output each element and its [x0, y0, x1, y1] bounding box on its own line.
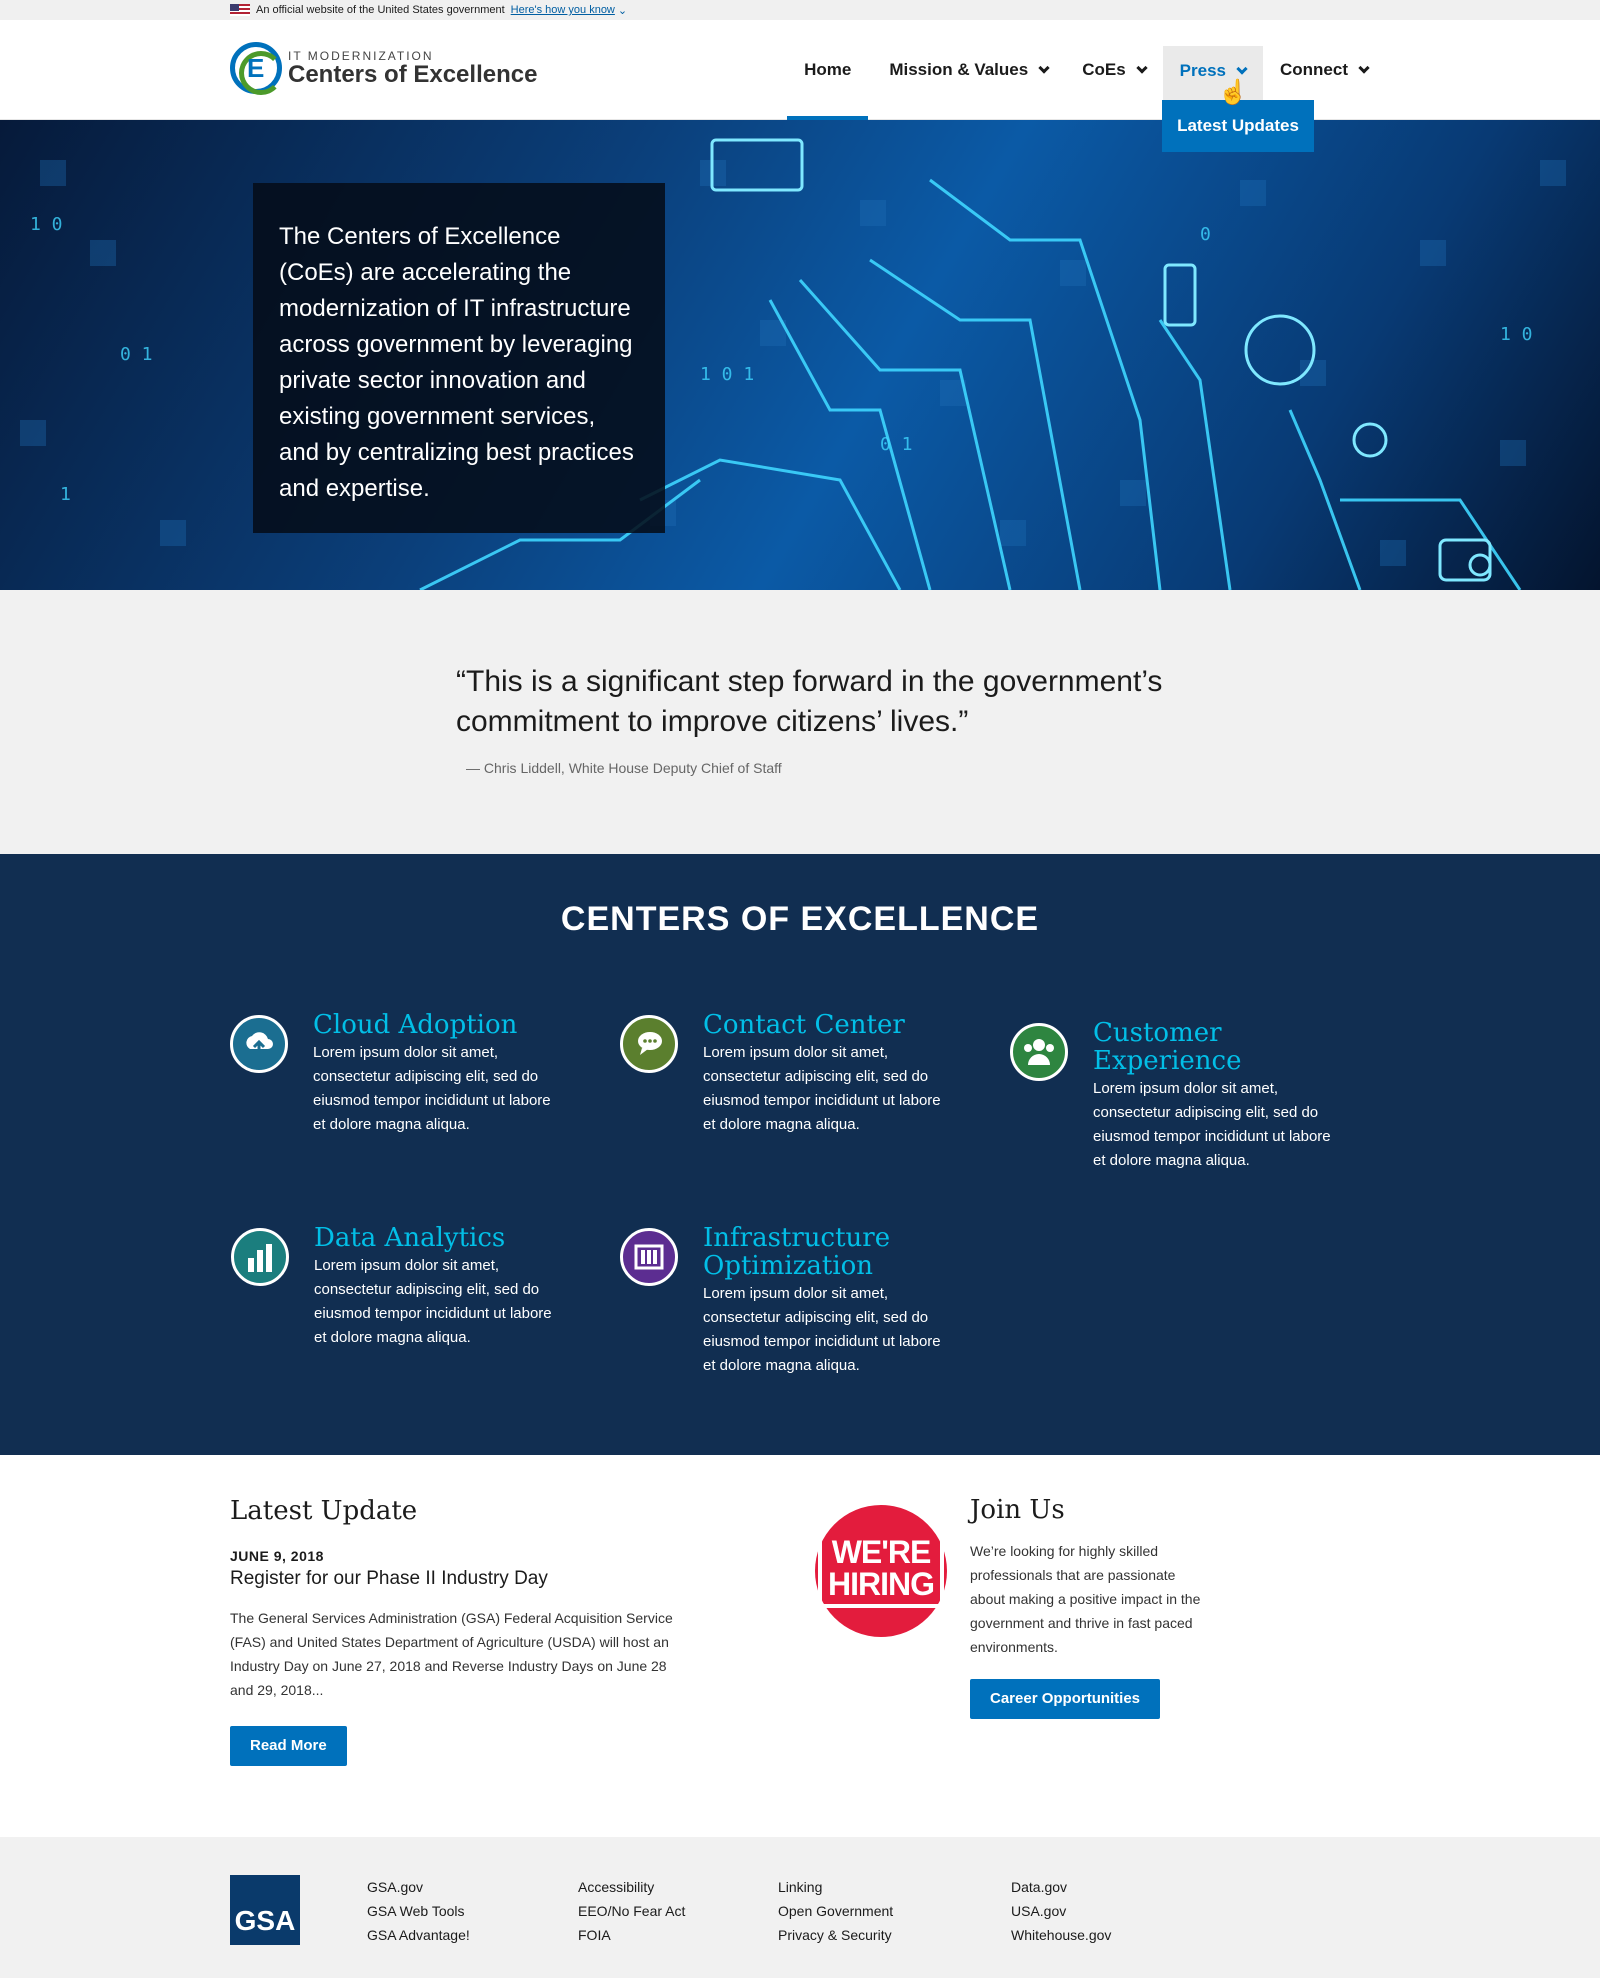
footer-link[interactable]: Accessibility [578, 1875, 685, 1899]
coe-description: Lorem ipsum dolor sit amet, consectetur … [314, 1257, 552, 1346]
footer-column: Data.gov USA.gov Whitehouse.gov [1011, 1875, 1111, 1947]
gsa-logo[interactable]: GSA [230, 1875, 300, 1945]
footer-link[interactable]: GSA.gov [367, 1875, 470, 1899]
footer-column: GSA.gov GSA Web Tools GSA Advantage! [367, 1875, 470, 1947]
us-flag-icon [230, 4, 250, 16]
footer-column: Accessibility EEO/No Fear Act FOIA [578, 1875, 685, 1947]
latest-update-date: JUNE 9, 2018 [230, 1548, 324, 1564]
nav-coes[interactable]: CoEs [1065, 20, 1162, 120]
chevron-down-icon [1236, 63, 1248, 75]
latest-update-heading: Latest Update [230, 1496, 418, 1526]
footer-link[interactable]: Linking [778, 1875, 893, 1899]
svg-text:0 1: 0 1 [120, 344, 153, 365]
chat-bubbles-icon [620, 1015, 678, 1073]
svg-text:1 0: 1 0 [30, 214, 63, 235]
chevron-down-icon [1136, 62, 1148, 74]
hero-text: The Centers of Excellence (CoEs) are acc… [279, 223, 634, 502]
footer-link[interactable]: Data.gov [1011, 1875, 1111, 1899]
footer-link[interactable]: USA.gov [1011, 1899, 1111, 1923]
join-us-text: We’re looking for highly skilled profess… [970, 1543, 1201, 1655]
heres-how-you-know-link[interactable]: Here's how you know [511, 4, 615, 16]
quote-author: — Chris Liddell, White House Deputy Chie… [466, 760, 782, 776]
coe-description: Lorem ipsum dolor sit amet, consectetur … [1093, 1080, 1331, 1169]
footer-link[interactable]: FOIA [578, 1923, 685, 1947]
footer-link[interactable]: Open Government [778, 1899, 893, 1923]
hero-banner: 1 0 0 1 1 1 0 1 0 1 0 1 0 The Centers of Exce… [0, 120, 1600, 590]
join-us-heading: Join Us [970, 1495, 1065, 1525]
centers-of-excellence-section: CENTERS OF EXCELLENCE Cloud Adoption Lor… [0, 854, 1600, 1455]
quote-section: “This is a significant step forward in t… [0, 590, 1600, 854]
chevron-down-icon [1038, 62, 1050, 74]
were-hiring-badge: WE'RE HIRING [815, 1505, 947, 1637]
gov-banner-text: An official website of the United States… [256, 4, 505, 16]
latest-update-text: The General Services Administration (GSA… [230, 1610, 673, 1698]
logo-title: Centers of Excellence [288, 61, 538, 88]
people-group-icon [1010, 1023, 1068, 1081]
quote-text: “This is a significant step forward in t… [456, 665, 1163, 738]
footer-column: Linking Open Government Privacy & Securi… [778, 1875, 893, 1947]
hand-cursor-icon: ☝ [1218, 79, 1248, 106]
coe-name: Data Analytics [314, 1223, 506, 1253]
coe-name: Cloud Adoption [313, 1010, 518, 1040]
read-more-button[interactable]: Read More [230, 1726, 347, 1766]
press-dropdown-latest-updates[interactable]: Latest Updates [1162, 100, 1314, 152]
footer-link[interactable]: Whitehouse.gov [1011, 1923, 1111, 1947]
svg-text:1 0 1: 1 0 1 [700, 364, 754, 385]
badge-line-2: HIRING [828, 1566, 935, 1602]
nav-mission-values[interactable]: Mission & Values [872, 20, 1065, 120]
bar-chart-icon [231, 1228, 289, 1286]
svg-text:1: 1 [60, 484, 71, 505]
coe-description: Lorem ipsum dolor sit amet, consectetur … [703, 1044, 941, 1133]
server-rack-icon [620, 1228, 678, 1286]
coe-description: Lorem ipsum dolor sit amet, consectetur … [703, 1285, 941, 1374]
coe-name: Infrastructure Optimization [703, 1223, 891, 1281]
site-header: E IT MODERNIZATION Centers of Excellence… [0, 20, 1600, 122]
nav-home[interactable]: Home [787, 20, 869, 121]
badge-line-1: WE'RE [831, 1534, 932, 1570]
latest-update-title: Register for our Phase II Industry Day [230, 1568, 548, 1589]
chevron-down-icon [1358, 62, 1370, 74]
gov-banner: An official website of the United States… [0, 0, 1600, 20]
site-logo[interactable]: E IT MODERNIZATION Centers of Excellence [230, 42, 538, 95]
coe-description: Lorem ipsum dolor sit amet, consectetur … [313, 1044, 551, 1133]
chevron-down-icon: ⌄ [617, 4, 628, 17]
coe-logo-icon: E [230, 42, 283, 95]
circuit-background-illustration: 1 0 0 1 1 1 0 1 0 1 0 1 0 [20, 138, 1566, 590]
footer-link[interactable]: GSA Advantage! [367, 1923, 470, 1947]
cloud-upload-icon [230, 1015, 288, 1073]
coe-name: Customer Experience [1093, 1018, 1242, 1076]
site-footer: GSA GSA.gov GSA Web Tools GSA Advantage!… [0, 1837, 1600, 1978]
svg-text:0: 0 [1200, 224, 1211, 245]
svg-text:1 0: 1 0 [1500, 324, 1533, 345]
coe-name: Contact Center [703, 1010, 905, 1040]
join-us: Join Us We’re looking for highly skilled… [970, 1495, 1210, 1719]
footer-link[interactable]: GSA Web Tools [367, 1899, 470, 1923]
hero-text-box: The Centers of Excellence (CoEs) are acc… [253, 183, 665, 533]
svg-text:0 1: 0 1 [880, 434, 913, 455]
latest-update: Latest Update JUNE 9, 2018 Register for … [230, 1496, 680, 1766]
career-opportunities-button[interactable]: Career Opportunities [970, 1679, 1161, 1719]
section-title: CENTERS OF EXCELLENCE [560, 900, 1040, 938]
footer-link[interactable]: Privacy & Security [778, 1923, 893, 1947]
footer-link[interactable]: EEO/No Fear Act [578, 1899, 685, 1923]
